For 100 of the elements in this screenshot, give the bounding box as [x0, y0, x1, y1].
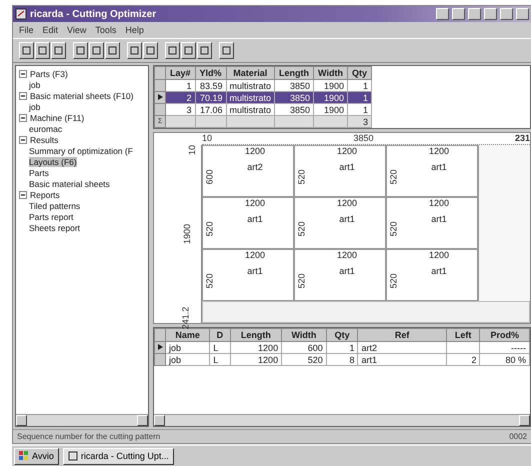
menu-item[interactable]: Help	[125, 25, 144, 35]
toolbar-icon[interactable]	[181, 42, 196, 59]
menu-item[interactable]: Edit	[42, 25, 58, 35]
toolbar-icon[interactable]	[127, 42, 142, 59]
collapse-icon[interactable]	[19, 92, 27, 100]
tree-item[interactable]: Tiled patterns	[29, 200, 80, 210]
table-cell: job	[166, 354, 210, 366]
tree-item[interactable]: Parts	[29, 168, 49, 178]
tree-item[interactable]: Reports	[30, 190, 60, 200]
toolbar-icon[interactable]	[197, 42, 212, 59]
toolbar-icon[interactable]	[35, 42, 50, 59]
table-cell	[226, 116, 275, 128]
toolbar-icon[interactable]	[219, 42, 234, 59]
title-bar-button[interactable]	[468, 8, 481, 20]
piece-height: 520	[389, 221, 399, 237]
piece-width: 1200	[336, 198, 358, 210]
toolbar-icon[interactable]	[165, 42, 180, 59]
tree-item[interactable]: job	[29, 102, 40, 112]
menu-item[interactable]: File	[19, 25, 34, 35]
column-header: Ref	[358, 328, 446, 342]
table-cell: 1200	[230, 354, 282, 366]
tree-item[interactable]: Machine (F11)	[30, 112, 84, 122]
column-header: Length	[274, 66, 314, 80]
piece-width: 1200	[428, 250, 450, 262]
menu-item[interactable]: Tools	[95, 25, 116, 35]
tree-item[interactable]: Parts report	[29, 212, 74, 222]
column-header: Lay#	[166, 66, 196, 80]
table-cell: -----	[480, 342, 530, 354]
app-icon	[68, 451, 78, 461]
ruler-label: 241.2	[180, 306, 191, 330]
title-bar-button[interactable]	[516, 8, 529, 20]
ruler-label: 231	[514, 133, 530, 144]
toolbar-icon[interactable]	[73, 42, 88, 59]
table-cell: 520	[282, 354, 326, 366]
piece-name: art2	[246, 161, 264, 174]
tree-item[interactable]: Results	[30, 134, 58, 144]
piece-name: art1	[246, 265, 264, 278]
table-cell: multistrato	[226, 104, 275, 116]
ruler-label: 10	[187, 145, 197, 155]
piece-height: 520	[297, 169, 307, 185]
tree-item[interactable]: Parts (F3)	[30, 68, 68, 78]
piece-name: art1	[246, 213, 264, 226]
status-value: 0002	[509, 432, 527, 441]
tree-item[interactable]: Basic material sheets	[29, 178, 110, 188]
piece-width: 1200	[336, 250, 358, 262]
table-cell: art1	[358, 354, 446, 366]
tree-item[interactable]: Layouts (F6)	[29, 156, 77, 166]
piece-height: 520	[205, 273, 215, 289]
title-bar-button[interactable]	[484, 8, 497, 20]
collapse-icon[interactable]	[19, 136, 27, 144]
title-bar-button[interactable]	[436, 8, 449, 20]
taskbar-button[interactable]: ricarda - Cutting Upt...	[62, 448, 174, 464]
app-icon	[15, 8, 27, 20]
start-button[interactable]: Avvio	[14, 448, 59, 464]
windows-logo-icon	[19, 451, 29, 461]
toolbar-icon[interactable]	[19, 42, 34, 59]
status-message: Sequence number for the cutting pattern	[17, 432, 160, 441]
table-cell: art2	[358, 342, 446, 354]
title-bar-button[interactable]	[500, 8, 513, 20]
piece-width: 1200	[428, 198, 450, 210]
table-cell: 600	[282, 342, 326, 354]
piece-width: 1200	[244, 146, 266, 158]
table-cell: multistrato	[226, 92, 275, 104]
ruler-label: 1900	[182, 224, 192, 244]
tree-item[interactable]: Basic material sheets (F10)	[30, 90, 134, 100]
piece-name: art1	[430, 213, 448, 226]
tree-item[interactable]: Summary of optimization (F	[29, 146, 133, 156]
ruler-label: 3850	[353, 133, 374, 144]
toolbar-icon[interactable]	[143, 42, 158, 59]
column-header: Prod%	[480, 328, 530, 342]
column-header: Left	[446, 328, 480, 342]
piece-height: 520	[297, 273, 307, 289]
horizontal-scrollbar[interactable]	[16, 414, 148, 426]
column-header: Qty	[326, 328, 358, 342]
column-header: Width	[314, 66, 348, 80]
collapse-icon[interactable]	[19, 70, 27, 78]
piece-width: 1200	[428, 146, 450, 158]
collapse-icon[interactable]	[19, 190, 27, 198]
menu-item[interactable]: View	[67, 25, 86, 35]
piece-name: art1	[338, 161, 356, 174]
collapse-icon[interactable]	[19, 114, 27, 122]
ruler-label: 10	[202, 133, 212, 144]
tree-item[interactable]: euromac	[29, 124, 62, 134]
toolbar-icon[interactable]	[89, 42, 104, 59]
horizontal-scrollbar[interactable]	[154, 414, 530, 426]
toolbar-icon[interactable]	[51, 42, 66, 59]
piece-height: 520	[389, 273, 399, 289]
tree-item[interactable]: Sheets report	[29, 222, 80, 232]
piece-height: 520	[297, 221, 307, 237]
tree-item[interactable]: job	[29, 80, 40, 90]
piece-width: 1200	[336, 146, 358, 158]
column-header: Length	[230, 328, 282, 342]
title-bar-button[interactable]	[452, 8, 465, 20]
toolbar-icon[interactable]	[105, 42, 120, 59]
row-pointer-icon	[158, 94, 162, 100]
piece-name: art1	[338, 265, 356, 278]
piece-height: 520	[389, 169, 399, 185]
piece-width: 1200	[244, 250, 266, 262]
table-cell: 1200	[230, 342, 282, 354]
table-cell: job	[166, 342, 210, 354]
